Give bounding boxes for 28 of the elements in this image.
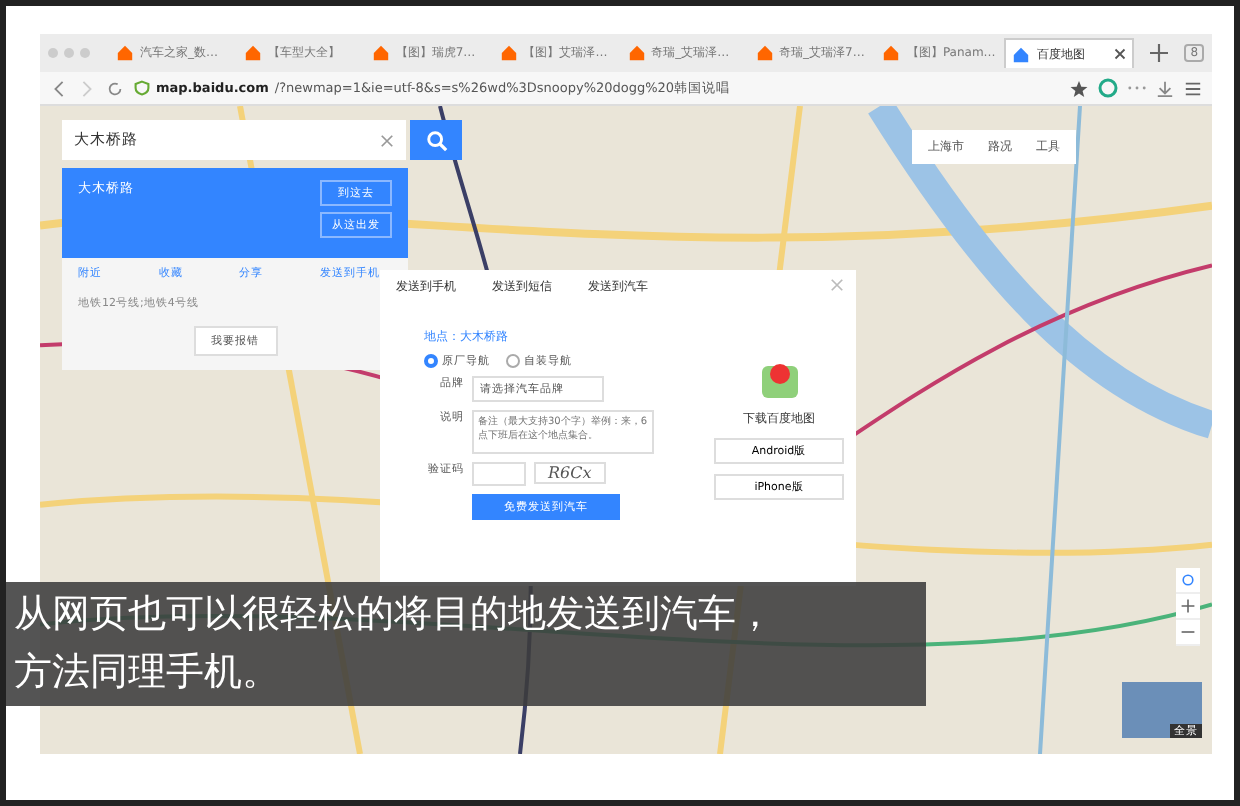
home-icon [243,44,262,62]
captcha-image: R6Cx [534,462,606,484]
radio-icon[interactable] [424,354,438,368]
home-icon [882,44,901,62]
clear-icon[interactable] [380,133,394,147]
more-icon[interactable] [1128,84,1146,92]
back-icon[interactable] [50,79,68,97]
compass-icon[interactable] [1098,78,1118,98]
shield-icon [134,80,150,96]
star-icon[interactable] [1070,79,1088,97]
map-app-icon [759,360,799,400]
home-icon [116,44,134,62]
home-icon [371,44,390,62]
close-icon[interactable] [1114,48,1127,60]
locate-icon[interactable] [1176,568,1200,594]
home-icon [627,44,646,62]
download-icon[interactable] [1156,79,1174,97]
zoom-in-icon[interactable] [1176,594,1200,620]
radio-icon[interactable] [506,354,520,368]
home-icon [1012,45,1031,63]
menu-icon[interactable] [1184,79,1202,97]
home-icon [755,44,774,62]
reload-icon[interactable] [106,79,124,97]
search-button[interactable] [410,120,462,160]
search-icon [425,129,447,151]
home-icon [499,44,518,62]
new-tab-icon[interactable] [1150,44,1169,62]
captcha-field[interactable] [472,462,526,486]
